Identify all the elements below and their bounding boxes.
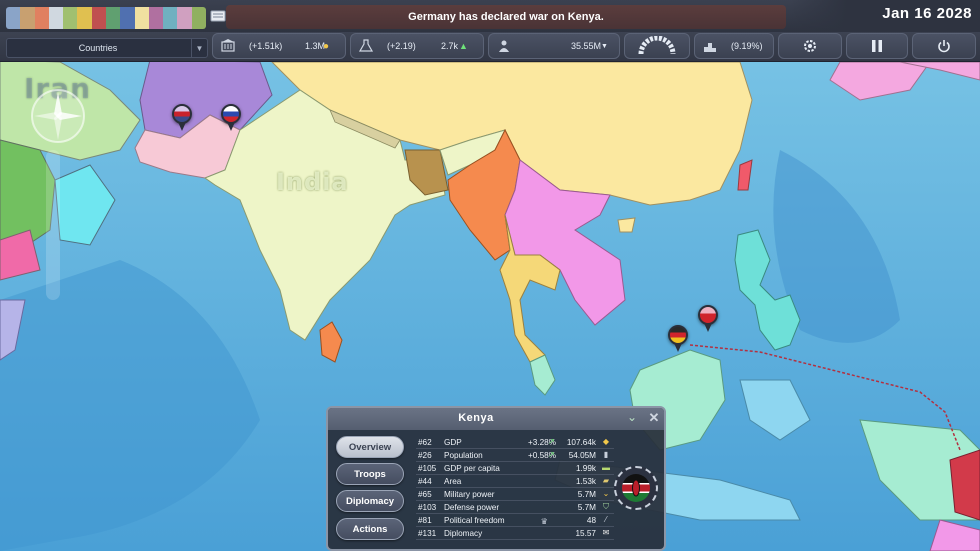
country-emblem[interactable] [614,466,658,510]
flags-strip[interactable] [6,7,206,29]
population-pill[interactable]: 35.55M ▼ [488,33,620,59]
population-value: 35.55M [571,41,602,51]
chevron-down-icon: ▼ [601,42,608,50]
parliament-button[interactable] [624,33,690,59]
zoom-slider[interactable] [46,150,60,300]
budget-change: (+1.51k) [249,41,283,51]
rank-icon: ⌄ [602,489,610,498]
country-select-value: Countries [78,43,118,53]
budget-pill[interactable]: (+1.51k) 1.3M ● [212,33,346,59]
unit-marker[interactable] [172,104,192,134]
pause-button[interactable] [846,33,908,59]
stat-row-diplomacy[interactable]: #131 Diplomacy 15.57 ✉ [416,527,614,540]
stat-row-population[interactable]: #26 Population +0.58% 54.05M ▮ [416,449,614,462]
approval-pill[interactable]: (9.19%) [694,33,774,59]
land-icon: ▰ [602,476,610,485]
handshake-icon: ✉ [602,528,610,537]
chevron-down-icon: ▼ [191,39,207,57]
people-icon: ▮ [603,450,609,459]
trend-up-icon: ↗ [548,437,555,446]
research-change: (+2.19) [387,41,416,51]
power-icon [938,40,950,53]
country-info-panel: Kenya ⌄ ✕ Overview Troops Diplomacy Acti… [326,406,666,551]
power-button[interactable] [912,33,976,59]
settings-button[interactable] [778,33,842,59]
tab-diplomacy[interactable]: Diplomacy [336,490,404,512]
game-date: Jan 16 2028 [882,5,972,22]
cash-icon: ▬ [602,463,610,472]
stat-row-military-power[interactable]: #65 Military power 5.7M ⌄ [416,488,614,501]
country-stats-table: #62 GDP +3.28% 107.64k ◆ #26 Population … [416,436,614,540]
close-icon[interactable]: ✕ [646,410,662,428]
parliament-icon [638,36,676,55]
podium-icon [701,37,719,55]
stat-row-gdp[interactable]: #62 GDP +3.28% 107.64k ◆ [416,436,614,449]
stat-row-area[interactable]: #44 Area 1.53k ▰ [416,475,614,488]
stat-row-political-freedom[interactable]: #81 Political freedom ♛ 48 ⁄ [416,514,614,527]
budget-value: 1.3M [305,41,326,51]
research-value: 2.7k [441,41,459,51]
approval-value: (9.19%) [731,41,763,51]
country-select[interactable]: Countries ▼ [6,38,208,58]
stat-row-gdp-per-capita[interactable]: #105 GDP per capita 1.99k ▬ [416,462,614,475]
chevron-down-icon[interactable]: ⌄ [624,410,640,428]
research-pill[interactable]: (+2.19) 2.7k ▲ [350,33,484,59]
unit-marker[interactable] [668,325,688,355]
feather-icon: ⁄ [605,515,607,524]
pause-icon [872,40,882,52]
panel-title: Kenya [458,412,494,424]
news-headline: Germany has declared war on Kenya. [408,11,604,23]
stat-row-defense-power[interactable]: #103 Defense power 5.7M ⛉ [416,501,614,514]
unit-marker[interactable] [221,104,241,134]
map-label-india: India [276,168,349,196]
tab-troops[interactable]: Troops [336,463,404,485]
compass-icon[interactable] [26,84,90,148]
people-icon [495,37,513,55]
tab-overview[interactable]: Overview [336,436,404,458]
kenya-flag-icon [622,474,650,502]
treasury-icon [219,37,237,55]
gear-icon [804,40,816,52]
flask-icon [357,37,375,55]
newspaper-icon[interactable] [210,10,226,22]
unit-marker[interactable] [698,305,718,335]
crown-icon: ♛ [540,517,548,526]
shield-icon: ⛉ [603,502,609,511]
tab-actions[interactable]: Actions [336,518,404,540]
coins-icon: ◆ [602,437,610,446]
arrow-up-icon: ▲ [459,41,468,51]
trend-up-icon: ↗ [548,450,555,459]
coins-icon: ● [323,40,330,52]
